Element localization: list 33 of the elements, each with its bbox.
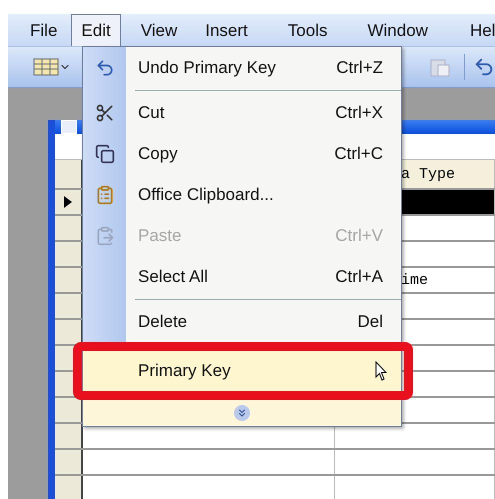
menu-item[interactable]: Primary Key: [83, 351, 401, 391]
menu-title[interactable]: Insert: [195, 14, 258, 46]
row-selector[interactable]: [55, 268, 83, 292]
cursor-icon: [375, 361, 387, 381]
copy-icon: [94, 144, 114, 164]
menu-title[interactable]: Tools: [278, 14, 338, 46]
row-selector[interactable]: [55, 476, 83, 499]
menu-title[interactable]: File: [20, 14, 68, 46]
row-selector[interactable]: [55, 398, 83, 422]
chevrons-down-icon: [234, 405, 250, 421]
menu-item[interactable]: Delete Del: [83, 301, 401, 342]
paste-icon: [94, 226, 114, 246]
menu-title[interactable]: Hel: [460, 14, 495, 46]
menu-item[interactable]: Cut Ctrl+X: [83, 92, 401, 133]
scissors-icon: [94, 102, 114, 122]
row-selector[interactable]: [55, 424, 83, 448]
row-selector[interactable]: [55, 242, 83, 266]
current-row-icon: [63, 195, 73, 209]
menu-title[interactable]: View: [130, 14, 188, 46]
row-selector[interactable]: [55, 450, 83, 474]
row-selector: [55, 160, 83, 188]
undo-icon: [94, 58, 114, 78]
menu-item[interactable]: Undo Primary Key Ctrl+Z: [83, 47, 401, 88]
row-selector[interactable]: [55, 190, 83, 214]
row-selector[interactable]: [55, 320, 83, 344]
undo-icon[interactable]: [473, 56, 495, 78]
menu-title[interactable]: Window: [357, 14, 438, 46]
table-row[interactable]: [55, 424, 495, 450]
table-icon[interactable]: [33, 57, 59, 77]
clipboard-icon: [94, 184, 114, 204]
row-selector[interactable]: [55, 216, 83, 240]
row-selector[interactable]: [55, 294, 83, 318]
menu-title[interactable]: Edit: [71, 14, 121, 46]
